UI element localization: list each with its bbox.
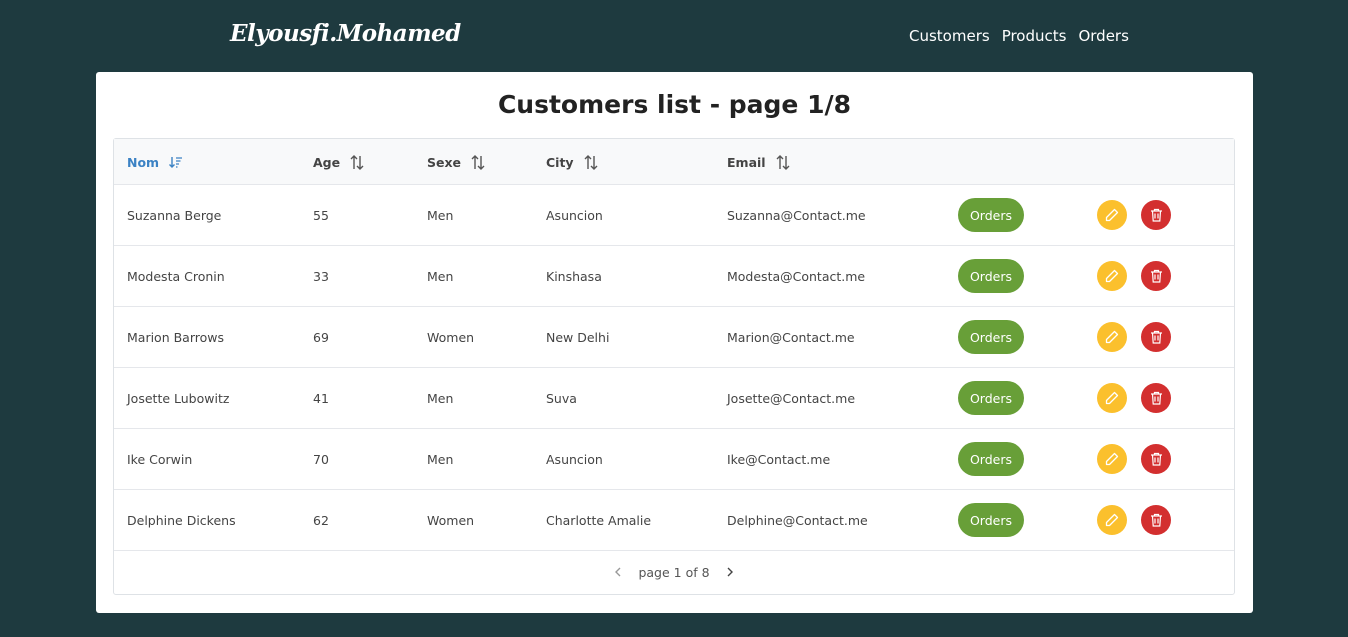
- table-row: Delphine Dickens 62 Women Charlotte Amal…: [114, 490, 1234, 551]
- cell-age: 41: [313, 390, 329, 406]
- cell-city: Asuncion: [546, 207, 603, 223]
- column-header-label: Nom: [127, 154, 160, 170]
- cell-name: Marion Barrows: [127, 329, 225, 345]
- trash-icon: [1150, 269, 1162, 283]
- table-row: Marion Barrows 69 Women New Delhi Marion…: [114, 307, 1234, 368]
- sort-amount-down-icon: [169, 156, 183, 169]
- trash-icon: [1150, 330, 1162, 344]
- cell-email: Delphine@Contact.me: [727, 512, 868, 528]
- cell-age: 70: [313, 451, 329, 467]
- cell-email: Marion@Contact.me: [727, 329, 855, 345]
- trash-icon: [1150, 391, 1162, 405]
- sort-alt-icon: [471, 154, 485, 170]
- column-header-label: City: [546, 154, 574, 170]
- cell-email: Josette@Contact.me: [727, 390, 856, 406]
- cell-sexe: Men: [427, 268, 454, 284]
- customers-card: Customers list - page 1/8 Nom Age Sexe C…: [96, 72, 1253, 613]
- customers-table: Nom Age Sexe City Email Suzanna Berge 55…: [113, 138, 1235, 595]
- table-row: Josette Lubowitz 41 Men Suva Josette@Con…: [114, 368, 1234, 429]
- edit-button[interactable]: [1097, 383, 1127, 413]
- paginator: page 1 of 8: [114, 549, 1234, 595]
- page-title: Customers list - page 1/8: [497, 90, 852, 119]
- trash-icon: [1150, 452, 1162, 466]
- cell-age: 62: [313, 512, 329, 528]
- delete-button[interactable]: [1141, 383, 1171, 413]
- pencil-icon: [1105, 513, 1119, 527]
- nav-link-customers[interactable]: Customers: [909, 27, 990, 45]
- brand-logo[interactable]: Elyousfi.Mohamed: [230, 20, 461, 47]
- pencil-icon: [1105, 330, 1119, 344]
- sort-alt-icon: [350, 154, 364, 170]
- column-header-label: Age: [313, 154, 341, 170]
- cell-age: 69: [313, 329, 329, 345]
- cell-sexe: Women: [427, 329, 475, 345]
- trash-icon: [1150, 208, 1162, 222]
- delete-button[interactable]: [1141, 261, 1171, 291]
- cell-sexe: Men: [427, 207, 454, 223]
- sort-alt-icon: [584, 154, 598, 170]
- next-page-button[interactable]: [718, 560, 742, 584]
- cell-email: Ike@Contact.me: [727, 451, 831, 467]
- nav-link-products[interactable]: Products: [1002, 27, 1067, 45]
- prev-page-button[interactable]: [606, 560, 630, 584]
- sort-alt-icon: [776, 154, 790, 170]
- delete-button[interactable]: [1141, 200, 1171, 230]
- column-header-city[interactable]: City: [546, 139, 598, 185]
- cell-sexe: Women: [427, 512, 475, 528]
- navbar: Elyousfi.Mohamed Customers Products Orde…: [0, 0, 1348, 72]
- table-row: Modesta Cronin 33 Men Kinshasa Modesta@C…: [114, 246, 1234, 307]
- table-row: Ike Corwin 70 Men Asuncion Ike@Contact.m…: [114, 429, 1234, 490]
- cell-name: Suzanna Berge: [127, 207, 222, 223]
- delete-button[interactable]: [1141, 322, 1171, 352]
- delete-button[interactable]: [1141, 444, 1171, 474]
- edit-button[interactable]: [1097, 261, 1127, 291]
- cell-sexe: Men: [427, 451, 454, 467]
- page-indicator: page 1 of 8: [638, 564, 710, 580]
- cell-name: Delphine Dickens: [127, 512, 236, 528]
- delete-button[interactable]: [1141, 505, 1171, 535]
- cell-city: Charlotte Amalie: [546, 512, 652, 528]
- column-header-label: Sexe: [427, 154, 462, 170]
- column-header-nom[interactable]: Nom: [127, 139, 183, 185]
- cell-sexe: Men: [427, 390, 454, 406]
- orders-button[interactable]: Orders: [958, 259, 1024, 293]
- edit-button[interactable]: [1097, 444, 1127, 474]
- chevron-left-icon: [615, 567, 621, 577]
- cell-city: Asuncion: [546, 451, 603, 467]
- cell-name: Modesta Cronin: [127, 268, 225, 284]
- column-header-sexe[interactable]: Sexe: [427, 139, 485, 185]
- cell-city: Suva: [546, 390, 577, 406]
- cell-email: Suzanna@Contact.me: [727, 207, 866, 223]
- edit-button[interactable]: [1097, 200, 1127, 230]
- nav-link-orders[interactable]: Orders: [1078, 27, 1128, 45]
- pencil-icon: [1105, 391, 1119, 405]
- column-header-label: Email: [727, 154, 766, 170]
- edit-button[interactable]: [1097, 322, 1127, 352]
- cell-name: Ike Corwin: [127, 451, 193, 467]
- table-row: Suzanna Berge 55 Men Asuncion Suzanna@Co…: [114, 185, 1234, 246]
- column-header-age[interactable]: Age: [313, 139, 364, 185]
- orders-button[interactable]: Orders: [958, 442, 1024, 476]
- orders-button[interactable]: Orders: [958, 198, 1024, 232]
- cell-email: Modesta@Contact.me: [727, 268, 866, 284]
- chevron-right-icon: [727, 567, 733, 577]
- pencil-icon: [1105, 269, 1119, 283]
- table-header: Nom Age Sexe City Email: [114, 139, 1234, 185]
- pencil-icon: [1105, 208, 1119, 222]
- orders-button[interactable]: Orders: [958, 381, 1024, 415]
- cell-name: Josette Lubowitz: [127, 390, 230, 406]
- edit-button[interactable]: [1097, 505, 1127, 535]
- orders-button[interactable]: Orders: [958, 503, 1024, 537]
- cell-age: 55: [313, 207, 329, 223]
- cell-city: New Delhi: [546, 329, 610, 345]
- pencil-icon: [1105, 452, 1119, 466]
- column-header-email[interactable]: Email: [727, 139, 790, 185]
- nav-links: Customers Products Orders: [909, 27, 1129, 45]
- orders-button[interactable]: Orders: [958, 320, 1024, 354]
- trash-icon: [1150, 513, 1162, 527]
- cell-age: 33: [313, 268, 329, 284]
- cell-city: Kinshasa: [546, 268, 602, 284]
